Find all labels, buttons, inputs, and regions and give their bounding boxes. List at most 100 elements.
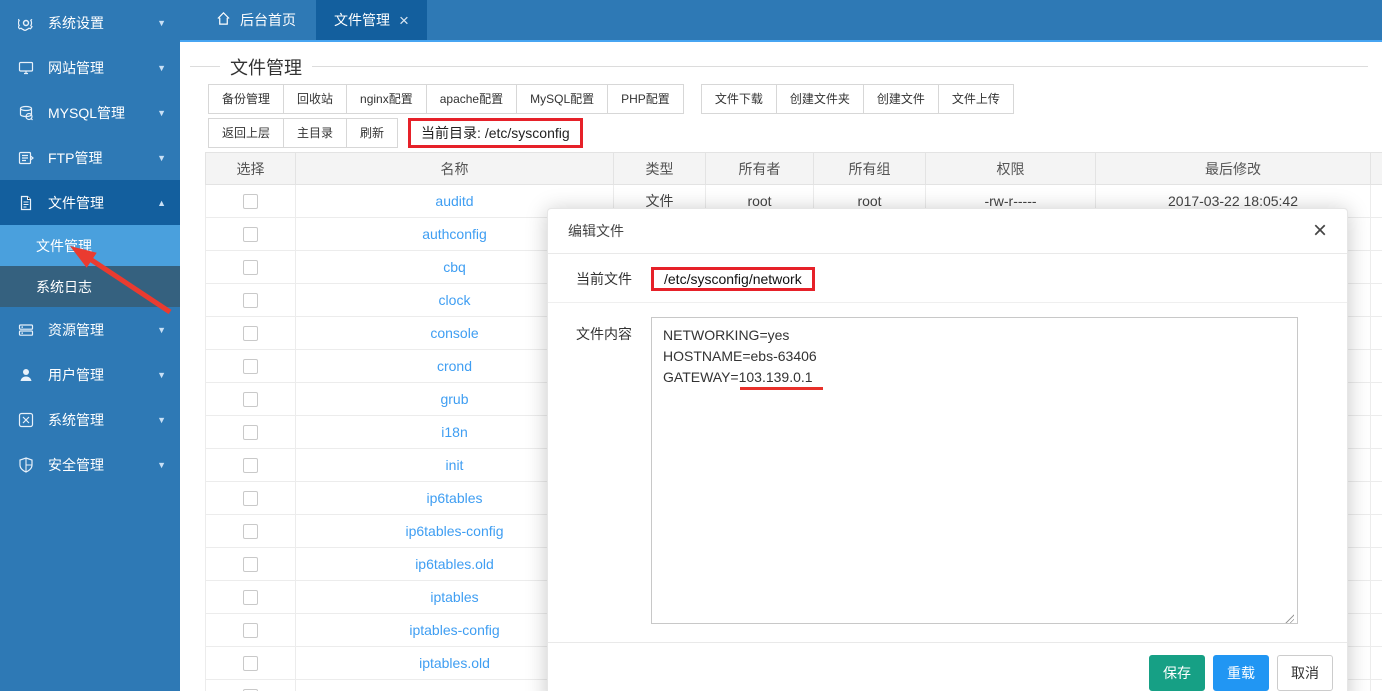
sidebar-item-label: 系统设置 bbox=[48, 13, 104, 33]
database-icon bbox=[16, 105, 36, 121]
tab-label: 文件管理 bbox=[334, 10, 390, 30]
gear-icon bbox=[16, 15, 36, 31]
row-checkbox[interactable] bbox=[243, 359, 258, 374]
current-file-row: 当前文件 /etc/sysconfig/network bbox=[548, 254, 1347, 302]
row-checkbox[interactable] bbox=[243, 557, 258, 572]
sidebar-item-website[interactable]: 网站管理 ▼ bbox=[0, 45, 180, 90]
row-checkbox[interactable] bbox=[243, 293, 258, 308]
row-checkbox[interactable] bbox=[243, 491, 258, 506]
sidebar-item-label: 资源管理 bbox=[48, 320, 104, 340]
file-name-link[interactable]: auditd bbox=[435, 193, 473, 209]
close-icon[interactable]: × bbox=[1313, 219, 1327, 243]
sidebar-subitem-label: 文件管理 bbox=[36, 236, 92, 256]
row-checkbox[interactable] bbox=[243, 458, 258, 473]
sidebar-item-file-management[interactable]: 文件管理 ▲ bbox=[0, 180, 180, 225]
file-action-button-group: 文件下载 创建文件夹 创建文件 文件上传 bbox=[701, 84, 1014, 114]
file-content-row: 文件内容 NETWORKING=yes HOSTNAME=ebs-63406 G… bbox=[548, 303, 1347, 629]
tab-file-management[interactable]: 文件管理 × bbox=[316, 0, 427, 40]
column-header: 选择 bbox=[206, 153, 296, 185]
file-name-link[interactable]: cbq bbox=[443, 259, 466, 275]
row-checkbox[interactable] bbox=[243, 590, 258, 605]
tab-backend-home[interactable]: 后台首页 bbox=[196, 0, 316, 40]
file-name-link[interactable]: iptables.old bbox=[419, 655, 490, 671]
edit-file-modal: 编辑文件 × 当前文件 /etc/sysconfig/network 文件内容 … bbox=[547, 208, 1348, 691]
toolbar-row-1: 备份管理 回收站 nginx配置 apache配置 MySQL配置 PHP配置 … bbox=[208, 84, 1014, 114]
file-name-link[interactable]: ip6tables-config bbox=[405, 523, 503, 539]
sidebar-subitem-label: 系统日志 bbox=[36, 277, 92, 297]
file-extra bbox=[1371, 350, 1382, 383]
row-checkbox[interactable] bbox=[243, 524, 258, 539]
create-file-button[interactable]: 创建文件 bbox=[863, 84, 939, 114]
current-file-label: 当前文件 bbox=[576, 269, 636, 289]
row-checkbox[interactable] bbox=[243, 623, 258, 638]
modal-title: 编辑文件 bbox=[568, 221, 624, 241]
cancel-button[interactable]: 取消 bbox=[1277, 655, 1333, 691]
column-header-clipped bbox=[1371, 153, 1382, 185]
file-download-button[interactable]: 文件下载 bbox=[701, 84, 777, 114]
chevron-down-icon: ▼ bbox=[157, 415, 166, 425]
chevron-down-icon: ▼ bbox=[157, 460, 166, 470]
file-name-link[interactable]: grub bbox=[440, 391, 468, 407]
backup-manage-button[interactable]: 备份管理 bbox=[208, 84, 284, 114]
file-name-link[interactable]: init bbox=[446, 457, 464, 473]
sidebar-item-ftp[interactable]: FTP管理 ▼ bbox=[0, 135, 180, 180]
tab-bar: 后台首页 文件管理 × bbox=[180, 0, 1382, 42]
sidebar-item-security[interactable]: 安全管理 ▼ bbox=[0, 442, 180, 487]
save-button[interactable]: 保存 bbox=[1149, 655, 1205, 691]
column-header: 类型 bbox=[614, 153, 706, 185]
sidebar-item-mysql[interactable]: MYSQL管理 ▼ bbox=[0, 90, 180, 135]
row-checkbox[interactable] bbox=[243, 194, 258, 209]
sidebar-item-system-management[interactable]: 系统管理 ▼ bbox=[0, 397, 180, 442]
resource-icon bbox=[16, 322, 36, 338]
file-extra bbox=[1371, 317, 1382, 350]
nginx-config-button[interactable]: nginx配置 bbox=[346, 84, 427, 114]
refresh-button[interactable]: 刷新 bbox=[346, 118, 398, 148]
sidebar: 系统设置 ▼ 网站管理 ▼ MYSQL管理 ▼ FTP管理 ▼ 文件管理 ▲ 文… bbox=[0, 0, 180, 691]
sidebar-item-user[interactable]: 用户管理 ▼ bbox=[0, 352, 180, 397]
file-extra bbox=[1371, 185, 1382, 218]
nav-button-group: 返回上层 主目录 刷新 bbox=[208, 118, 398, 148]
file-extra bbox=[1371, 614, 1382, 647]
sidebar-item-resource[interactable]: 资源管理 ▼ bbox=[0, 307, 180, 352]
row-checkbox[interactable] bbox=[243, 260, 258, 275]
file-name-link[interactable]: ip6tables.old bbox=[415, 556, 494, 572]
file-name-link[interactable]: i18n bbox=[441, 424, 467, 440]
file-extra bbox=[1371, 515, 1382, 548]
sidebar-subitem-file-management[interactable]: 文件管理 bbox=[0, 225, 180, 266]
row-checkbox[interactable] bbox=[243, 227, 258, 242]
textarea-wrapper: NETWORKING=yes HOSTNAME=ebs-63406 GATEWA… bbox=[651, 317, 1298, 629]
shield-icon bbox=[16, 457, 36, 473]
sidebar-item-system-settings[interactable]: 系统设置 ▼ bbox=[0, 0, 180, 45]
sidebar-item-label: FTP管理 bbox=[48, 148, 102, 168]
file-upload-button[interactable]: 文件上传 bbox=[938, 84, 1014, 114]
file-content-textarea[interactable]: NETWORKING=yes HOSTNAME=ebs-63406 GATEWA… bbox=[651, 317, 1298, 624]
column-header: 所有组 bbox=[814, 153, 926, 185]
create-folder-button[interactable]: 创建文件夹 bbox=[776, 84, 864, 114]
file-name-link[interactable]: console bbox=[430, 325, 478, 341]
home-icon bbox=[216, 11, 231, 29]
config-button-group: 备份管理 回收站 nginx配置 apache配置 MySQL配置 PHP配置 bbox=[208, 84, 684, 114]
file-name-link[interactable]: iptables bbox=[430, 589, 478, 605]
file-name-link[interactable]: iptables-config bbox=[409, 622, 499, 638]
file-name-link[interactable]: clock bbox=[439, 292, 471, 308]
recycle-bin-button[interactable]: 回收站 bbox=[283, 84, 347, 114]
reload-button[interactable]: 重载 bbox=[1213, 655, 1269, 691]
sidebar-item-label: 安全管理 bbox=[48, 455, 104, 475]
mysql-config-button[interactable]: MySQL配置 bbox=[516, 84, 608, 114]
go-up-button[interactable]: 返回上层 bbox=[208, 118, 284, 148]
row-checkbox[interactable] bbox=[243, 425, 258, 440]
row-checkbox[interactable] bbox=[243, 392, 258, 407]
apache-config-button[interactable]: apache配置 bbox=[426, 84, 517, 114]
sidebar-item-label: MYSQL管理 bbox=[48, 103, 125, 123]
file-name-link[interactable]: ip6tables bbox=[426, 490, 482, 506]
php-config-button[interactable]: PHP配置 bbox=[607, 84, 684, 114]
file-name-link[interactable]: authconfig bbox=[422, 226, 487, 242]
home-dir-button[interactable]: 主目录 bbox=[283, 118, 347, 148]
row-checkbox[interactable] bbox=[243, 326, 258, 341]
file-extra bbox=[1371, 383, 1382, 416]
tab-close-icon[interactable]: × bbox=[399, 12, 409, 29]
file-name-link[interactable]: crond bbox=[437, 358, 472, 374]
sidebar-subitem-system-log[interactable]: 系统日志 bbox=[0, 266, 180, 307]
tab-label: 后台首页 bbox=[240, 10, 296, 30]
row-checkbox[interactable] bbox=[243, 656, 258, 671]
